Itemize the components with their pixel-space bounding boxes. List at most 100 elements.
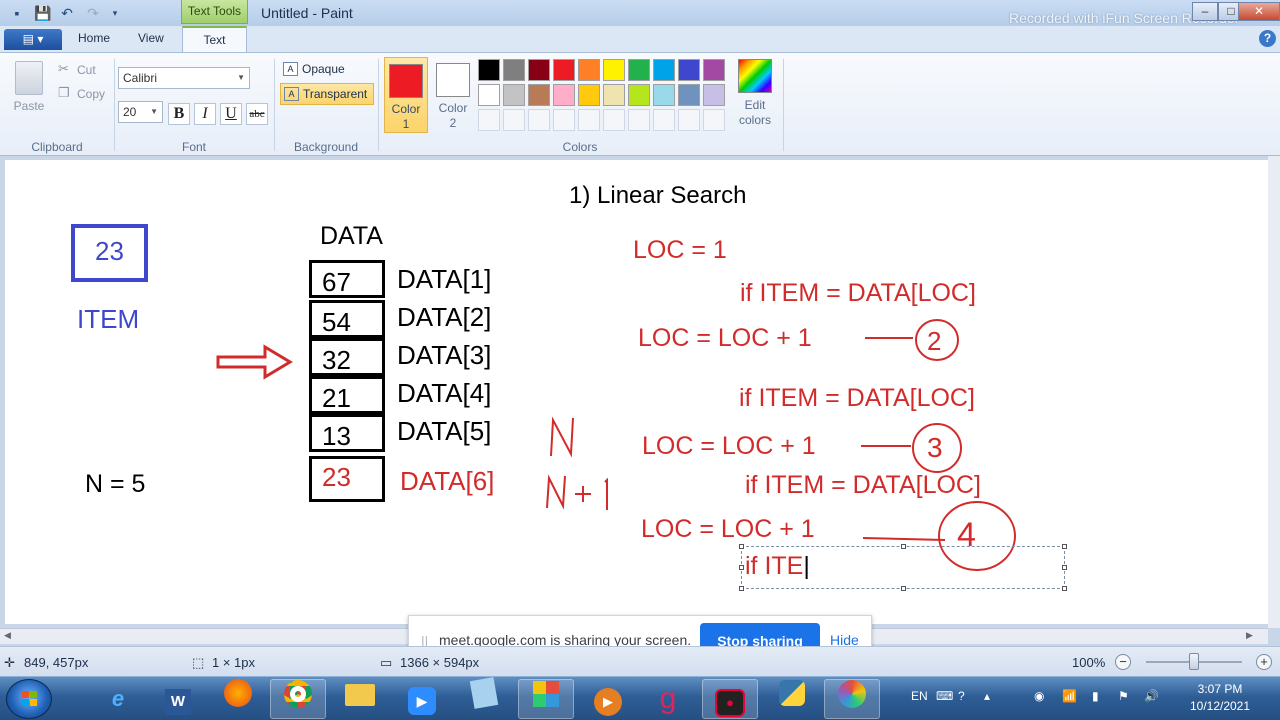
clock-date[interactable]: 10/12/2021 [1187, 699, 1253, 713]
customize-toolbar-icon[interactable]: ▾ [106, 4, 124, 22]
palette-swatch[interactable] [503, 84, 525, 106]
resize-handle[interactable] [901, 586, 906, 591]
paste-button[interactable]: Paste [8, 59, 50, 119]
font-size-select[interactable]: 20 ▼ [118, 101, 163, 123]
palette-swatch[interactable] [628, 84, 650, 106]
resize-handle[interactable] [1062, 544, 1067, 549]
resize-handle[interactable] [1062, 586, 1067, 591]
palette-swatch[interactable] [678, 109, 700, 131]
palette-swatch[interactable] [528, 84, 550, 106]
palette-swatch[interactable] [478, 109, 500, 131]
handwriting-app-icon[interactable]: g [640, 679, 696, 719]
palette-swatch[interactable] [653, 59, 675, 81]
bold-button[interactable]: B [168, 103, 190, 125]
palette-swatch[interactable] [703, 59, 725, 81]
notes-icon[interactable] [456, 677, 512, 719]
python-icon[interactable] [764, 679, 820, 719]
paint-menu-button[interactable]: ▤ ▾ [4, 29, 62, 50]
font-family-select[interactable]: Calibri ▼ [118, 67, 250, 89]
edit-colors-button[interactable]: Edit colors [735, 59, 775, 128]
tray-overflow-icon[interactable]: ▴ [984, 689, 990, 703]
palette-swatch[interactable] [653, 84, 675, 106]
cursor-position: 849, 457px [24, 655, 89, 670]
network-icon[interactable]: 📶 [1062, 689, 1077, 703]
underline-button[interactable]: U [220, 103, 242, 125]
palette-swatch[interactable] [553, 59, 575, 81]
color2-button[interactable]: Color 2 [431, 57, 475, 133]
palette-swatch[interactable] [578, 59, 600, 81]
palette-swatch[interactable] [553, 84, 575, 106]
firefox-icon[interactable] [210, 679, 266, 719]
transparent-option[interactable]: A Transparent [280, 83, 374, 105]
file-explorer-icon[interactable] [332, 679, 388, 719]
palette-swatch[interactable] [628, 109, 650, 131]
palette-swatch[interactable] [503, 109, 525, 131]
chrome-icon[interactable] [270, 679, 326, 719]
palette-swatch[interactable] [578, 84, 600, 106]
resize-handle[interactable] [901, 544, 906, 549]
font-size-value: 20 [123, 105, 137, 119]
palette-swatch[interactable] [578, 109, 600, 131]
paint-app-icon[interactable]: ▪ [8, 4, 26, 22]
resize-handle[interactable] [739, 586, 744, 591]
resize-handle[interactable] [1062, 565, 1067, 570]
zoom-in-button[interactable]: + [1256, 654, 1272, 670]
resize-handle[interactable] [739, 565, 744, 570]
text-input-box[interactable]: if ITE| [739, 544, 1067, 591]
action-center-flag-icon[interactable]: ⚑ [1118, 689, 1129, 703]
palette-swatch[interactable] [553, 109, 575, 131]
palette-swatch[interactable] [603, 84, 625, 106]
drawing-canvas[interactable]: 1) Linear Search 23 ITEM N = 5 DATA 67 DA… [5, 160, 1268, 624]
vertical-scrollbar[interactable] [1268, 156, 1280, 628]
palette-swatch[interactable] [628, 59, 650, 81]
color1-button[interactable]: Color 1 [384, 57, 428, 133]
screen-recorder-icon[interactable]: ● [702, 679, 758, 719]
minimize-button[interactable]: – [1192, 2, 1218, 21]
word-icon[interactable]: W [150, 679, 206, 719]
help-icon[interactable]: ? [1259, 30, 1276, 47]
palette-swatch[interactable] [703, 109, 725, 131]
start-button[interactable] [6, 679, 52, 719]
strikethrough-button[interactable]: abc [246, 103, 268, 125]
palette-swatch[interactable] [478, 59, 500, 81]
palette-swatch[interactable] [603, 109, 625, 131]
scroll-left-icon[interactable]: ◀ [4, 630, 11, 641]
italic-button[interactable]: I [194, 103, 216, 125]
palette-swatch[interactable] [503, 59, 525, 81]
palette-swatch[interactable] [528, 59, 550, 81]
palette-swatch[interactable] [678, 59, 700, 81]
undo-icon[interactable]: ↶ [58, 4, 76, 22]
recorder-tray-icon[interactable]: ◉ [1034, 689, 1044, 703]
tab-text[interactable]: Text [182, 26, 247, 53]
tab-view[interactable]: View [138, 31, 164, 45]
save-icon[interactable]: 💾 [34, 4, 52, 22]
office-app-icon[interactable] [518, 679, 574, 719]
palette-swatch[interactable] [653, 109, 675, 131]
palette-swatch[interactable] [678, 84, 700, 106]
help-tray-icon[interactable]: ? [958, 689, 965, 703]
zoom-out-button[interactable]: − [1115, 654, 1131, 670]
palette-swatch[interactable] [603, 59, 625, 81]
palette-swatch[interactable] [528, 109, 550, 131]
zoom-slider-thumb[interactable] [1189, 653, 1199, 670]
internet-explorer-icon[interactable]: e [90, 679, 146, 719]
palette-swatch[interactable] [478, 84, 500, 106]
opaque-option[interactable]: A Opaque [280, 59, 374, 81]
cursor-position-icon: ✛ [4, 655, 15, 670]
media-player-icon[interactable]: ▶ [580, 679, 636, 719]
tab-home[interactable]: Home [78, 31, 110, 45]
cut-button[interactable]: ✂ Cut [58, 61, 108, 79]
keyboard-icon[interactable]: ⌨ [936, 689, 953, 703]
resize-handle[interactable] [739, 544, 744, 549]
language-indicator[interactable]: EN [911, 689, 928, 703]
clock-time[interactable]: 3:07 PM [1190, 682, 1250, 696]
battery-icon[interactable]: ▮ [1092, 689, 1099, 703]
close-button[interactable]: ✕ [1238, 2, 1280, 21]
volume-icon[interactable]: 🔊 [1144, 689, 1159, 703]
paint-taskbar-icon[interactable] [824, 679, 880, 719]
zoom-app-icon[interactable]: ▶ [394, 679, 450, 719]
scroll-right-icon[interactable]: ▶ [1246, 630, 1253, 641]
palette-swatch[interactable] [703, 84, 725, 106]
copy-button[interactable]: ❐ Copy [58, 85, 108, 103]
redo-icon[interactable]: ↷ [84, 4, 102, 22]
